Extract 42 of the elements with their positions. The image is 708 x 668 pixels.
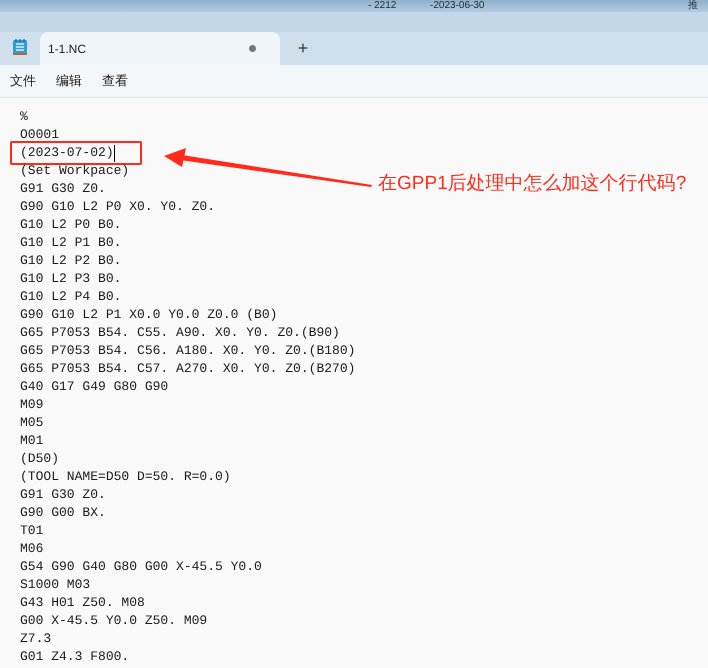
- code-line: G00 X-45.5 Y0.0 Z50. M09: [20, 612, 208, 630]
- code-line: S1000 M03: [20, 576, 90, 594]
- code-line: G90 G00 BX.: [20, 504, 106, 522]
- code-line: T01: [20, 522, 44, 540]
- code-line: (TOOL NAME=D50 D=50. R=0.0): [20, 468, 231, 486]
- code-line: G40 G17 G49 G80 G90: [20, 378, 168, 396]
- code-line: M05: [20, 414, 44, 432]
- notepad-icon[interactable]: [12, 38, 28, 56]
- code-line: G10 L2 P2 B0.: [20, 252, 122, 270]
- code-line: G90 G10 L2 P1 X0.0 Y0.0 Z0.0 (B0): [20, 306, 278, 324]
- code-line: G10 L2 P4 B0.: [20, 288, 122, 306]
- code-line: M06: [20, 540, 44, 558]
- code-line: G65 P7053 B54. C56. A180. X0. Y0. Z0.(B180): [20, 342, 356, 360]
- code-line: G10 L2 P1 B0.: [20, 234, 122, 252]
- code-line: %: [20, 108, 28, 126]
- taskbar-text: - 2212: [368, 0, 396, 12]
- taskbar-text: -2023-06-30: [430, 0, 484, 12]
- code-line: (2023-07-02): [20, 144, 114, 162]
- code-line: G90 G10 L2 P0 X0. Y0. Z0.: [20, 198, 216, 216]
- taskbar-text: 推: [688, 0, 698, 12]
- code-line: G01 Z4.3 F800.: [20, 648, 130, 666]
- tab-label: 1-1.NC: [48, 40, 88, 58]
- code-line: G43 H01 Z50. M08: [20, 594, 145, 612]
- code-line: M01: [20, 432, 44, 450]
- menu-item[interactable]: 文件: [2, 67, 44, 95]
- code-line: Z7.3: [20, 630, 52, 648]
- code-line: (D50): [20, 450, 60, 468]
- code-line: G10 L2 P3 B0.: [20, 270, 122, 288]
- new-tab-button[interactable]: +: [292, 37, 314, 59]
- code-line: M09: [20, 396, 44, 414]
- code-line: G91 G30 Z0.: [20, 180, 106, 198]
- code-line: (Set Workpace): [20, 162, 130, 180]
- code-line: G65 P7053 B54. C55. A90. X0. Y0. Z0.(B90): [20, 324, 340, 342]
- annotation-text: 在GPP1后处理中怎么加这个行代码?: [378, 172, 686, 196]
- menu-item[interactable]: 编辑: [48, 67, 90, 95]
- file-tab[interactable]: 1-1.NC: [40, 32, 280, 65]
- code-line: O0001: [20, 126, 60, 144]
- code-line: G54 G90 G40 G80 G00 X-45.5 Y0.0: [20, 558, 262, 576]
- menu-item[interactable]: 查看: [94, 67, 136, 95]
- code-line: G65 P7053 B54. C57. A270. X0. Y0. Z0.(B270): [20, 360, 356, 378]
- code-line: G10 L2 P0 B0.: [20, 216, 122, 234]
- code-line: G91 G30 Z0.: [20, 486, 106, 504]
